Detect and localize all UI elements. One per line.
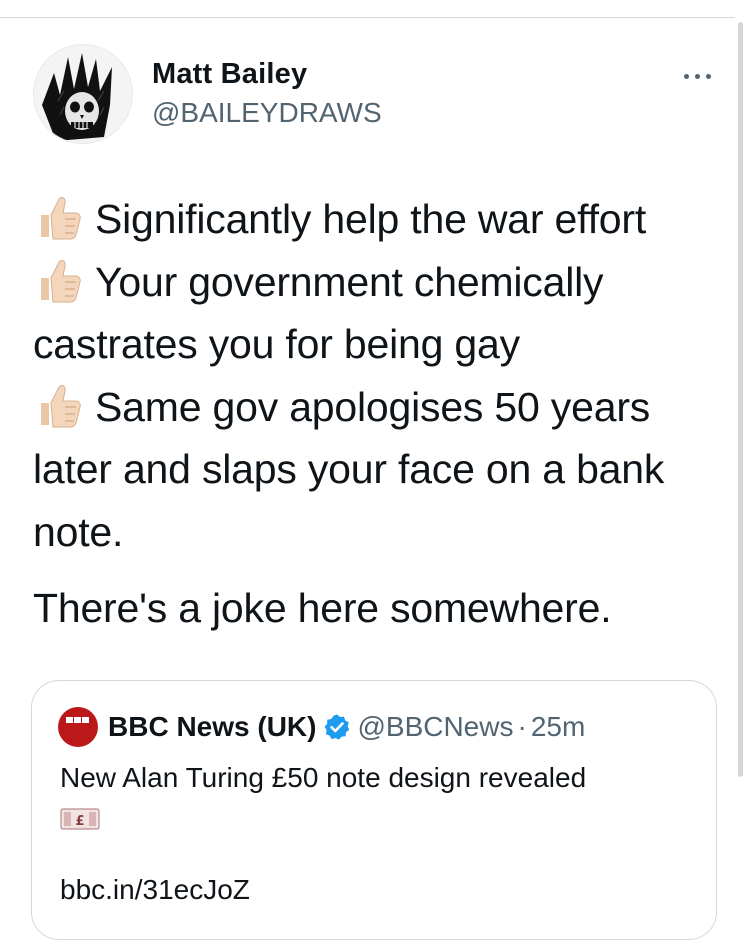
tweet-line-text: later and slaps your face on a bank	[33, 446, 665, 492]
tweet-line: Same gov apologises 50 years	[33, 376, 723, 439]
bbc-block	[82, 717, 89, 723]
quoted-tweet-link[interactable]: bbc.in/31ecJoZ	[60, 874, 250, 906]
quoted-author-name[interactable]: BBC News (UK)	[108, 710, 316, 744]
tweet-closing-line: There's a joke here somewhere.	[33, 585, 612, 631]
thumbs-up-emoji-icon	[41, 197, 81, 240]
tweet-line-text: Significantly help the war effort	[95, 196, 647, 242]
quoted-tweet-meta: BBC News (UK) @BBCNews · 25m	[108, 710, 585, 744]
tweet-line-text: Same gov apologises 50 years	[95, 383, 651, 430]
thumbs-up-emoji-icon	[41, 384, 81, 427]
author-handle[interactable]: @BAILEYDRAWS	[152, 97, 382, 129]
more-horizontal-icon-dot-2	[695, 74, 700, 79]
quoted-tweet-card[interactable]: BBC News (UK) @BBCNews · 25m New Alan Turi…	[31, 680, 717, 940]
bbc-blocks	[66, 717, 89, 723]
quoted-author-handle[interactable]: @BBCNews	[357, 710, 513, 744]
tweet-line-text: Your government chemically	[95, 258, 604, 305]
quoted-tweet-text: New Alan Turing £50 note design revealed	[60, 762, 587, 793]
author-avatar[interactable]	[33, 44, 133, 144]
tweet-line: Your government chemically	[33, 251, 723, 314]
tweet-line: later and slaps your face on a bank	[33, 438, 723, 501]
tweet-line: Significantly help the war effort	[33, 188, 723, 251]
author-name[interactable]: Matt Bailey	[152, 58, 307, 91]
scrollbar[interactable]	[738, 22, 743, 777]
bbc-block	[74, 717, 81, 723]
pound-banknote-emoji-icon: £	[60, 808, 100, 830]
quoted-tweet-time[interactable]: 25m	[531, 710, 585, 744]
tweet-line-text: castrates you for being gay	[33, 321, 520, 367]
bbc-news-logo-icon[interactable]	[58, 707, 98, 747]
more-options-button[interactable]	[676, 60, 720, 94]
thumbs-up-emoji-icon	[41, 259, 81, 302]
meta-separator: ·	[517, 711, 527, 742]
crowned-skeleton-avatar-icon	[42, 53, 112, 141]
tweet-line-text: note.	[33, 508, 124, 555]
bbc-block	[66, 717, 73, 723]
tweet-text: Significantly help the war effort Your g…	[33, 188, 723, 640]
tweet-line: castrates you for being gay	[33, 313, 723, 376]
verified-badge-icon	[325, 714, 350, 740]
svg-text:£: £	[75, 814, 84, 829]
tweet-line: note.	[33, 501, 723, 564]
more-horizontal-icon-dot-3	[706, 74, 711, 79]
more-horizontal-icon	[684, 74, 689, 79]
tweet-header: Matt Bailey @BAILEYDRAWS	[0, 0, 735, 160]
